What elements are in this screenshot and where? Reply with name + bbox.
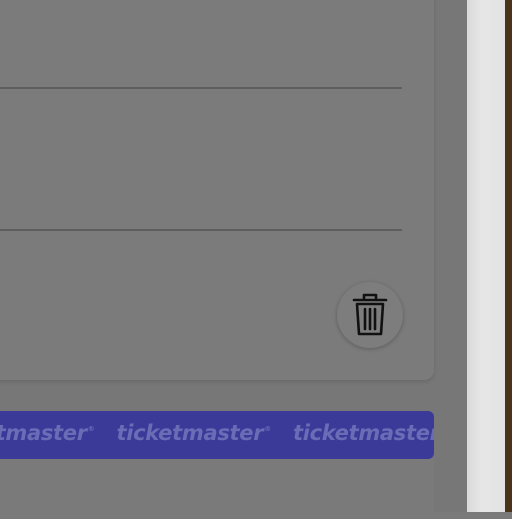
brand-wordmark: ticketmaster®: [116, 421, 271, 445]
banner-brand-strip: ticketmaster®ticketmaster®ticketmaster®t…: [0, 421, 434, 445]
trash-icon: [352, 293, 388, 336]
card-divider: [0, 229, 402, 231]
ticketmaster-banner: ticketmaster®ticketmaster®ticketmaster®t…: [0, 411, 434, 459]
window-border: [505, 0, 512, 512]
brand-wordmark: ticketmaster®: [0, 421, 95, 445]
card-divider: [0, 87, 402, 89]
lower-panel: [0, 459, 434, 519]
side-panel-edge: [467, 0, 505, 512]
delete-button[interactable]: [337, 282, 403, 348]
brand-wordmark: ticketmaster®: [292, 421, 434, 445]
